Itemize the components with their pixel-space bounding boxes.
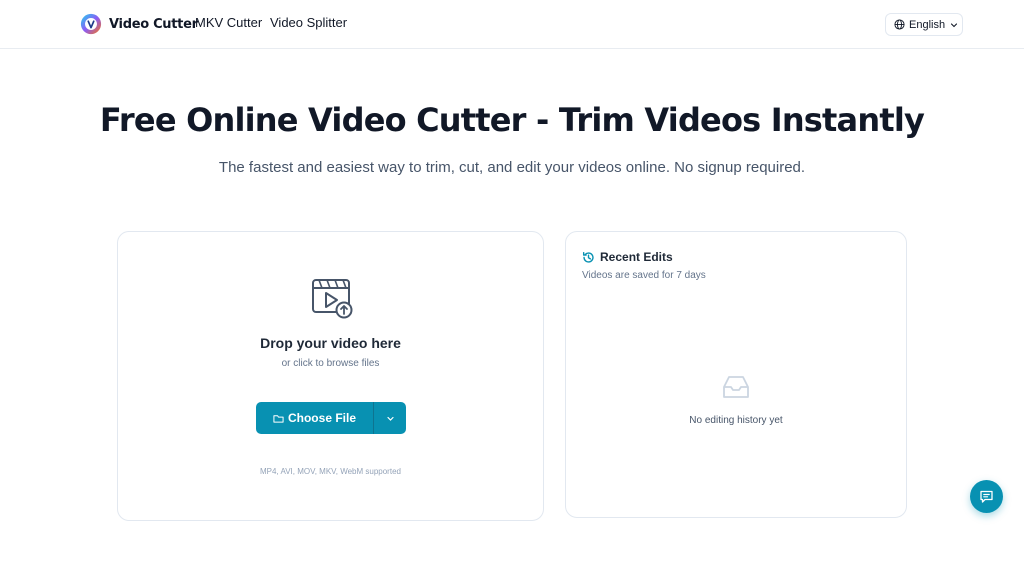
page-title: Free Online Video Cutter - Trim Videos I… bbox=[99, 101, 925, 139]
chevron-down-icon bbox=[386, 416, 394, 421]
empty-history-text: No editing history yet bbox=[689, 415, 783, 426]
nav-mkv-cutter[interactable]: MKV Cutter bbox=[195, 15, 262, 30]
feedback-button[interactable] bbox=[970, 480, 1003, 513]
nav-video-splitter[interactable]: Video Splitter bbox=[270, 15, 347, 30]
inbox-icon bbox=[723, 376, 749, 398]
history-icon bbox=[582, 251, 594, 263]
folder-icon bbox=[273, 414, 284, 423]
recent-edits-header: Recent Edits bbox=[582, 250, 673, 264]
brand-name: Video Cutter bbox=[109, 16, 198, 32]
video-upload-icon bbox=[312, 279, 353, 319]
language-label: English bbox=[909, 18, 946, 31]
logo-icon bbox=[80, 13, 102, 35]
recent-edits-panel: Recent Edits Videos are saved for 7 days… bbox=[565, 231, 907, 518]
header: Video Cutter MKV Cutter Video Splitter E… bbox=[0, 0, 1024, 49]
choose-file-group: Choose File bbox=[256, 402, 406, 434]
choose-file-label: Choose File bbox=[287, 411, 356, 425]
feedback-icon bbox=[980, 490, 993, 503]
chevron-down-icon bbox=[951, 22, 958, 27]
upload-dropzone[interactable]: Drop your video here or click to browse … bbox=[117, 231, 544, 521]
dropzone-title: Drop your video here bbox=[260, 335, 401, 351]
page-subtitle: The fastest and easiest way to trim, cut… bbox=[218, 159, 806, 176]
dropzone-subtitle: or click to browse files bbox=[281, 358, 380, 369]
choose-source-dropdown[interactable] bbox=[374, 402, 406, 434]
choose-file-button[interactable]: Choose File bbox=[256, 402, 373, 434]
globe-icon bbox=[894, 19, 905, 30]
recent-edits-title: Recent Edits bbox=[600, 250, 673, 264]
language-selector[interactable]: English bbox=[885, 13, 963, 36]
supported-formats: MP4, AVI, MOV, MKV, WebM supported bbox=[260, 467, 401, 476]
logo[interactable]: Video Cutter bbox=[80, 11, 198, 37]
recent-edits-subtitle: Videos are saved for 7 days bbox=[582, 270, 706, 281]
